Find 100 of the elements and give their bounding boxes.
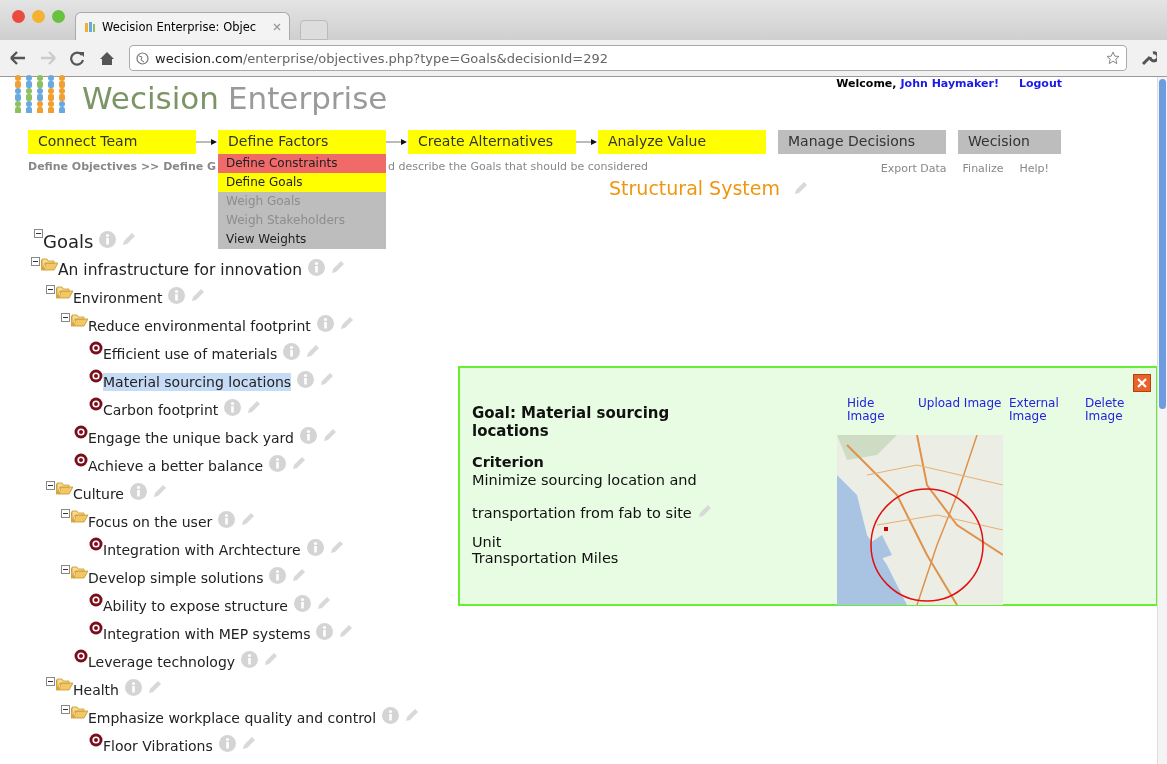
info-icon[interactable] xyxy=(168,286,186,304)
star-icon[interactable] xyxy=(1106,51,1120,65)
info-icon[interactable] xyxy=(283,342,301,360)
browser-tab[interactable]: Wecision Enterprise: Objec xyxy=(75,12,290,40)
tree-item[interactable]: Goals xyxy=(43,229,94,253)
zoom-window-button[interactable] xyxy=(52,9,65,23)
pencil-icon[interactable] xyxy=(247,400,262,414)
pencil-icon[interactable] xyxy=(329,540,344,554)
pencil-icon[interactable] xyxy=(191,288,206,302)
wrench-icon[interactable] xyxy=(1141,50,1157,66)
pencil-icon[interactable] xyxy=(292,568,307,582)
tree-item[interactable]: Integration with Archtecture xyxy=(103,541,301,559)
tree-item[interactable]: Focus on the user xyxy=(88,513,213,531)
collapse-icon[interactable] xyxy=(61,565,70,574)
scrollbar[interactable] xyxy=(1157,77,1167,764)
info-icon[interactable] xyxy=(308,258,326,276)
pencil-icon[interactable] xyxy=(697,504,712,518)
info-icon[interactable] xyxy=(241,650,259,668)
tree-item[interactable]: Floor Vibrations xyxy=(103,737,213,755)
image-link[interactable]: External Image xyxy=(1009,397,1069,423)
info-icon[interactable] xyxy=(129,482,147,500)
action-link[interactable]: Finalize xyxy=(962,162,1004,174)
action-link[interactable]: Export Data xyxy=(880,162,947,174)
reload-icon[interactable] xyxy=(70,50,85,66)
info-icon[interactable] xyxy=(224,398,242,416)
nav-tab[interactable]: Analyze Value xyxy=(598,130,766,154)
image-link[interactable]: Upload Image xyxy=(918,397,1006,423)
tree-item[interactable]: Material sourcing locations xyxy=(103,373,292,391)
pencil-icon[interactable] xyxy=(339,624,354,638)
image-link[interactable]: Delete Image xyxy=(1085,397,1130,423)
pencil-icon[interactable] xyxy=(264,652,279,666)
pencil-icon[interactable] xyxy=(148,680,162,694)
tree-item[interactable]: Develop simple solutions xyxy=(88,569,264,587)
home-icon[interactable] xyxy=(99,50,115,66)
tree-item[interactable]: Culture xyxy=(73,485,124,503)
info-icon[interactable] xyxy=(218,510,236,528)
pencil-icon[interactable] xyxy=(241,512,256,526)
pencil-icon[interactable] xyxy=(316,596,331,610)
close-icon[interactable] xyxy=(1133,374,1151,392)
tree-item[interactable]: Engage the unique back yard xyxy=(88,429,294,447)
tree-item[interactable]: Environment xyxy=(73,289,163,307)
pencil-icon[interactable] xyxy=(331,260,346,274)
pencil-icon[interactable] xyxy=(320,372,335,386)
tree-item[interactable]: Efficient use of materials xyxy=(103,345,278,363)
address-bar[interactable]: wecision.com/enterprise/objectives.php?type=Goals&decisionId=292 xyxy=(129,45,1127,71)
menu-item[interactable]: View Weights xyxy=(218,230,386,249)
minimize-window-button[interactable] xyxy=(32,9,45,23)
info-icon[interactable] xyxy=(316,314,334,332)
collapse-icon[interactable] xyxy=(34,229,43,238)
new-tab-button[interactable] xyxy=(300,20,328,40)
pencil-icon[interactable] xyxy=(339,316,354,330)
tree-item[interactable]: Emphasize workplace quality and control xyxy=(88,709,377,727)
pencil-icon[interactable] xyxy=(292,456,307,470)
action-link[interactable]: Help! xyxy=(1019,162,1049,174)
tree-item[interactable]: Integration with MEP systems xyxy=(103,625,311,643)
info-icon[interactable] xyxy=(293,594,311,612)
pencil-icon[interactable] xyxy=(793,181,808,195)
info-icon[interactable] xyxy=(269,566,287,584)
info-icon[interactable] xyxy=(297,370,315,388)
tree-item[interactable]: Achieve a better balance xyxy=(88,457,264,475)
tree-item[interactable]: Health xyxy=(73,681,119,699)
collapse-icon[interactable] xyxy=(61,509,70,518)
logout-link[interactable]: Logout xyxy=(1018,77,1062,90)
info-icon[interactable] xyxy=(125,678,142,696)
tree-item[interactable]: Reduce environmental footprint xyxy=(88,317,311,335)
nav-tab[interactable]: Define Factors xyxy=(218,130,386,154)
nav-tab[interactable]: Manage Decisions xyxy=(778,130,946,154)
collapse-icon[interactable] xyxy=(46,285,55,294)
tree-item[interactable]: Leverage technology xyxy=(88,653,236,671)
pencil-icon[interactable] xyxy=(241,736,256,750)
user-link[interactable]: John Haymaker! xyxy=(900,77,999,90)
collapse-icon[interactable] xyxy=(31,257,40,266)
menu-item[interactable]: Define Constraints xyxy=(218,154,386,173)
pencil-icon[interactable] xyxy=(306,344,321,358)
info-icon[interactable] xyxy=(306,538,324,556)
image-link[interactable]: Hide Image xyxy=(847,397,887,423)
menu-item[interactable]: Define Goals xyxy=(218,173,386,192)
tree-item[interactable]: An infrastructure for innovation xyxy=(58,260,303,280)
info-icon[interactable] xyxy=(218,734,236,752)
nav-tab[interactable]: Wecision xyxy=(958,130,1061,154)
close-window-button[interactable] xyxy=(12,9,25,23)
close-icon[interactable] xyxy=(273,22,281,31)
info-icon[interactable] xyxy=(382,706,400,724)
info-icon[interactable] xyxy=(269,454,287,472)
tree-item[interactable]: Ability to expose structure xyxy=(103,597,288,615)
pencil-icon[interactable] xyxy=(122,232,137,246)
nav-tab[interactable]: Create Alternatives xyxy=(408,130,576,154)
collapse-icon[interactable] xyxy=(61,313,70,322)
collapse-icon[interactable] xyxy=(46,677,55,686)
pencil-icon[interactable] xyxy=(152,484,167,498)
pencil-icon[interactable] xyxy=(405,708,420,722)
nav-tab[interactable]: Connect Team xyxy=(28,130,196,154)
forward-icon[interactable] xyxy=(40,51,56,65)
info-icon[interactable] xyxy=(99,230,117,248)
back-icon[interactable] xyxy=(10,51,26,65)
info-icon[interactable] xyxy=(316,622,334,640)
pencil-icon[interactable] xyxy=(323,428,337,442)
tree-item[interactable]: Carbon footprint xyxy=(103,401,219,419)
collapse-icon[interactable] xyxy=(46,481,55,490)
collapse-icon[interactable] xyxy=(61,705,70,714)
